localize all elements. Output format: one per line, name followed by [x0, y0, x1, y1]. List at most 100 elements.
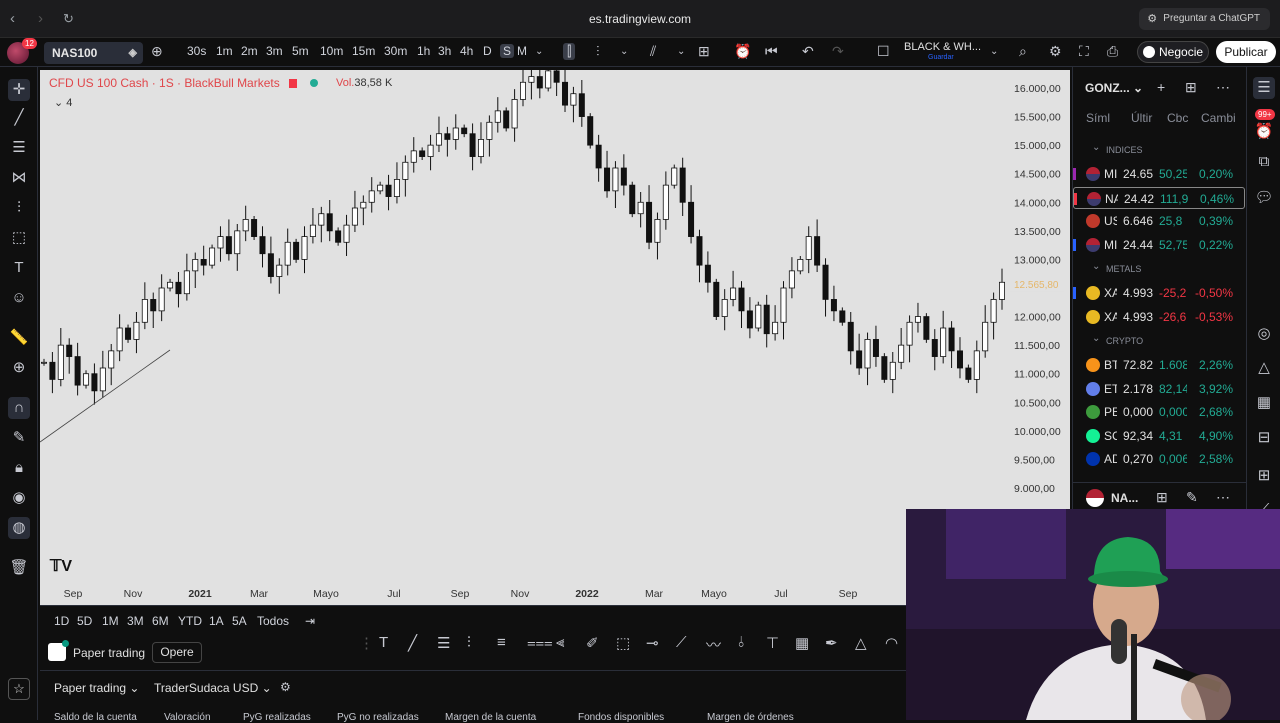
hlines-icon[interactable]: ☰ — [437, 634, 450, 652]
range-3m[interactable]: 3M — [127, 614, 144, 628]
account-column-header[interactable]: Fondos disponibles — [578, 712, 664, 723]
watchlist-layout-icon[interactable]: ⊞ — [1185, 79, 1197, 96]
interval-5m[interactable]: 5m — [292, 44, 309, 58]
gann-icon[interactable]: ⩶ — [527, 634, 553, 651]
interval-2m[interactable]: 2m — [241, 44, 258, 58]
vline-icon[interactable]: ⫰ — [738, 634, 745, 651]
pen-tool-icon[interactable]: ✒ — [825, 634, 838, 652]
url-bar[interactable]: es.tradingview.com — [560, 12, 720, 26]
drag-handle-icon[interactable]: ⋮ — [359, 634, 374, 652]
watchlist-column-header[interactable]: Síml — [1086, 111, 1110, 125]
account-column-header[interactable]: Valoración — [164, 712, 211, 723]
target-icon[interactable]: ◎ — [1253, 323, 1275, 345]
publish-button[interactable]: Publicar — [1216, 41, 1276, 63]
text-tool-icon[interactable]: T — [379, 634, 388, 651]
details-edit-icon[interactable]: ✎ — [1186, 489, 1198, 506]
account-column-header[interactable]: PyG realizadas — [243, 712, 311, 723]
interval-30m[interactable]: 30m — [384, 44, 407, 58]
grid-tool-icon[interactable]: ▦ — [795, 634, 809, 652]
layout-grid-icon[interactable]: ⊞ — [698, 43, 710, 60]
notes-icon[interactable]: ⊟ — [1253, 427, 1275, 449]
indicators-dropdown-icon[interactable]: ⌄ — [677, 46, 685, 57]
more-icon[interactable]: ⋯ — [1216, 79, 1230, 96]
watchlist-section-crypto[interactable]: CRYPTO — [1092, 333, 1143, 346]
save-label[interactable]: Guardar — [928, 54, 954, 61]
projection-icon[interactable]: ⫶ — [8, 197, 30, 219]
compare-add-icon[interactable]: ⊕ — [151, 43, 163, 60]
candles-icon[interactable]: ⫿ — [563, 43, 576, 60]
pitchfork-icon[interactable]: ⫷ — [556, 634, 564, 651]
watchlist-row[interactable]: XA 4.993 -26,6 -0,53% — [1073, 306, 1245, 328]
text-icon[interactable]: T — [8, 257, 30, 279]
account-panel-tab[interactable]: Paper trading ⌄ — [54, 681, 139, 695]
forward-icon[interactable]: › — [38, 10, 43, 27]
replay-icon[interactable]: ⏮ — [765, 43, 778, 60]
trash-icon[interactable]: 🗑︎ — [8, 557, 30, 579]
watchlist-row[interactable]: XA 4.993 -25,2 -0,50% — [1073, 282, 1245, 304]
fib-tool-icon[interactable]: ≡ — [497, 634, 506, 651]
interval-1m[interactable]: 1m — [216, 44, 233, 58]
account-column-header[interactable]: Saldo de la cuenta — [54, 712, 137, 723]
layout-dropdown-icon[interactable]: ⌄ — [990, 46, 998, 57]
channel-icon[interactable]: ⫶ — [467, 634, 471, 651]
lock-icon[interactable]: 🔒︎ — [8, 457, 30, 479]
watchlist-row[interactable]: US 6.646 25,8 0,39% — [1073, 210, 1245, 232]
account-column-header[interactable]: PyG no realizadas — [337, 712, 419, 723]
redo-icon[interactable]: ↷ — [832, 43, 844, 60]
details-symbol[interactable]: NA... — [1111, 491, 1138, 505]
watchlist-row[interactable]: ET 2.178 82,14 3,92% — [1073, 378, 1245, 400]
back-icon[interactable]: ‹ — [10, 10, 15, 27]
watchlist-row[interactable]: NA 24.42 111,9 0,46% — [1073, 186, 1245, 209]
interval-3m[interactable]: 3m — [266, 44, 283, 58]
crosshair-icon[interactable]: ✛ — [8, 79, 30, 101]
arc-tool-icon[interactable]: ◠ — [885, 634, 898, 652]
eye-icon[interactable]: ◉ — [8, 487, 30, 509]
camera-icon[interactable]: ⎙ — [1107, 43, 1118, 60]
range-todos[interactable]: Todos — [257, 614, 289, 628]
emoji-icon[interactable]: ☺ — [8, 287, 30, 309]
watchlist-row[interactable]: MI 24.44 52,75 0,22% — [1073, 234, 1245, 256]
opere-button[interactable]: Opere — [152, 642, 202, 663]
range-ytd[interactable]: YTD — [178, 614, 202, 628]
ruler-icon[interactable]: 📏 — [8, 327, 30, 349]
interval-s[interactable]: S — [500, 44, 515, 58]
hline-icon[interactable]: ⊸ — [646, 634, 659, 652]
watchlist-row[interactable]: BT 72.82 1.608 2,26% — [1073, 354, 1245, 376]
interval-m[interactable]: M — [517, 44, 527, 58]
chart-title[interactable]: CFD US 100 Cash · 1S · BlackBull Markets — [49, 76, 319, 92]
globe-icon[interactable]: ◍ — [8, 517, 30, 539]
interval-10m[interactable]: 10m — [320, 44, 343, 58]
watchlist-name[interactable]: GONZ... ⌄ — [1085, 81, 1143, 95]
watchlist-column-header[interactable]: Cambi — [1201, 111, 1236, 125]
layout-name[interactable]: BLACK & WH... — [904, 41, 981, 53]
account-column-header[interactable]: Margen de órdenes — [707, 712, 794, 723]
chat-icon[interactable]: 💬︎ — [1253, 187, 1275, 209]
add-symbol-icon[interactable]: + — [1157, 79, 1165, 95]
rectangle-icon[interactable]: ⬚ — [616, 634, 630, 652]
trend-line-icon[interactable]: ╱ — [8, 107, 30, 129]
undo-icon[interactable]: ↶ — [802, 43, 814, 60]
settings-icon[interactable]: ⚙ — [1049, 43, 1062, 60]
range-6m[interactable]: 6M — [152, 614, 169, 628]
zoom-icon[interactable]: ⊕ — [8, 357, 30, 379]
polyline-icon[interactable]: 〰 — [706, 634, 721, 655]
watchlist-section-metals[interactable]: METALS — [1092, 261, 1141, 274]
watchlist-row[interactable]: MI 24.65 50,25 0,20% — [1073, 163, 1245, 185]
account-settings-icon[interactable]: ⚙ — [280, 680, 291, 694]
interval-1h[interactable]: 1h — [417, 44, 430, 58]
watchlist-icon[interactable]: ☰ — [1253, 77, 1275, 99]
account-selector[interactable]: TraderSudaca USD ⌄ — [154, 681, 272, 695]
interval-4h[interactable]: 4h — [460, 44, 473, 58]
interval-15m[interactable]: 15m — [352, 44, 375, 58]
calculator-icon[interactable]: ⊞ — [1253, 465, 1275, 487]
account-column-header[interactable]: Margen de la cuenta — [445, 712, 536, 723]
bars-icon[interactable]: ⫶ — [596, 43, 600, 60]
shape-icon[interactable]: ⬚ — [8, 227, 30, 249]
symbol-search[interactable]: NAS100 ◈ — [44, 42, 143, 64]
interval-dropdown-icon[interactable]: ⌄ — [535, 46, 543, 57]
lock-drawing-icon[interactable]: ✎ — [8, 427, 30, 449]
chart-type-dropdown-icon[interactable]: ⌄ — [620, 46, 628, 57]
shapes-tool-icon[interactable]: △ — [855, 634, 867, 652]
range-5a[interactable]: 5A — [232, 614, 247, 628]
layers-icon[interactable]: ⧉ — [1253, 151, 1275, 173]
